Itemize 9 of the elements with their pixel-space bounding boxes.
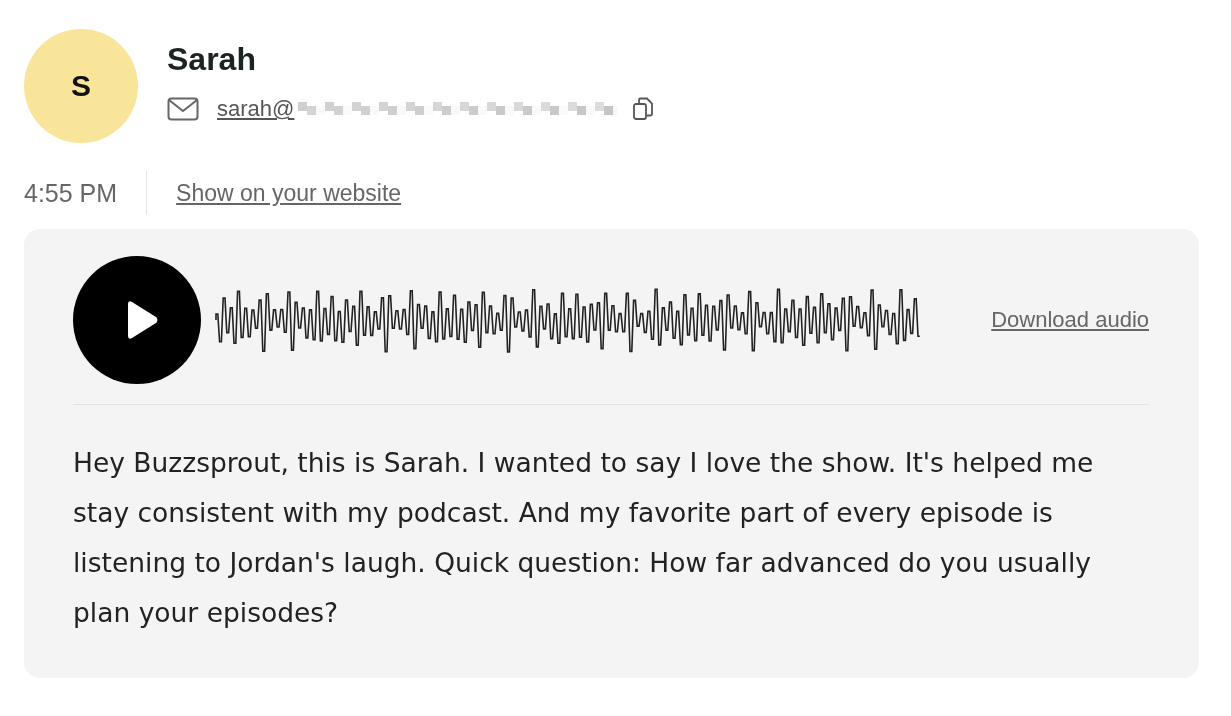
mail-icon: [167, 97, 199, 121]
copy-icon[interactable]: [632, 97, 655, 121]
avatar-initial: S: [71, 69, 91, 103]
contact-name: Sarah: [167, 41, 257, 78]
transcript-text: Hey Buzzsprout, this is Sarah. I wanted to say I love the show. It's helped me stay consistent with my podcast. And my favorite part of every episode is listening to Jordan's laugh. Quick question: How far advanced do you usually plan your episodes?: [73, 446, 1095, 630]
download-audio-link[interactable]: Download audio: [991, 307, 1149, 333]
show-on-website-link[interactable]: Show on your website: [176, 179, 402, 207]
message-time: 4:55 PM: [24, 178, 118, 208]
email-link[interactable]: sarah@: [217, 96, 295, 122]
